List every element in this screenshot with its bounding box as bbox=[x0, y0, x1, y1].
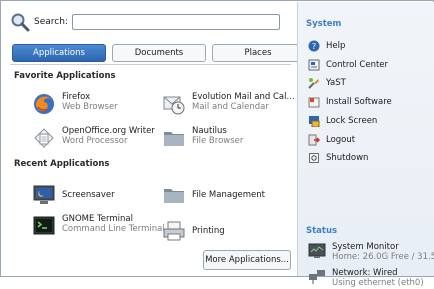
writer-icon bbox=[32, 126, 56, 150]
rp-label: Install Software bbox=[326, 97, 392, 107]
firefox-icon bbox=[32, 92, 56, 116]
app-firefox[interactable]: Firefox Web Browser bbox=[32, 92, 162, 122]
status-subtitle: Using ethernet (eth0) bbox=[332, 278, 424, 288]
rp-label: Help bbox=[326, 41, 346, 51]
install-software-icon bbox=[308, 96, 320, 108]
search-label: Search: bbox=[34, 17, 68, 27]
app-name: Firefox bbox=[62, 92, 91, 102]
status-item-system-monitor[interactable]: System Monitor Home: 26.0G Free / 31.5G bbox=[308, 242, 434, 262]
network-icon bbox=[308, 268, 326, 286]
search-input[interactable] bbox=[71, 14, 280, 30]
system-item-install-software[interactable]: Install Software bbox=[308, 95, 392, 109]
app-evolution[interactable]: Evolution Mail and Cal... Mail and Calen… bbox=[162, 92, 295, 122]
favorite-applications-title: Favorite Applications bbox=[14, 71, 116, 81]
app-name: Evolution Mail and Cal... bbox=[192, 92, 295, 102]
system-item-logout[interactable]: Logout bbox=[308, 133, 355, 147]
left-panel: Search: Applications Documents Places Fa… bbox=[2, 2, 304, 276]
status-item-network[interactable]: Network: Wired Using ethernet (eth0) bbox=[308, 268, 424, 288]
shutdown-icon bbox=[308, 152, 320, 164]
app-nautilus[interactable]: Nautilus File Browser bbox=[162, 126, 292, 156]
main-menu-window: Search: Applications Documents Places Fa… bbox=[0, 0, 434, 288]
system-item-shutdown[interactable]: Shutdown bbox=[308, 151, 368, 165]
right-panel: System ? Help Control Center YaST Instal… bbox=[297, 2, 434, 288]
evolution-icon bbox=[162, 92, 186, 116]
folder-icon bbox=[162, 183, 186, 207]
app-printing[interactable]: Printing bbox=[162, 216, 292, 246]
search-row: Search: bbox=[10, 10, 280, 34]
divider bbox=[10, 64, 291, 65]
app-name: Nautilus bbox=[192, 126, 227, 136]
system-item-help[interactable]: ? Help bbox=[308, 39, 345, 53]
system-item-yast[interactable]: YaST bbox=[308, 76, 346, 90]
app-name: Printing bbox=[192, 226, 225, 236]
more-applications-button[interactable]: More Applications... bbox=[203, 250, 291, 270]
tab-bar: Applications Documents Places bbox=[12, 44, 304, 62]
app-description: Word Processor bbox=[62, 136, 128, 146]
logout-icon bbox=[308, 134, 321, 146]
system-monitor-icon bbox=[308, 242, 326, 260]
yast-icon bbox=[308, 77, 320, 89]
app-description: File Browser bbox=[192, 136, 244, 146]
status-title: System Monitor bbox=[332, 242, 399, 252]
status-subtitle: Home: 26.0G Free / 31.5G bbox=[332, 252, 434, 262]
system-item-lock-screen[interactable]: Lock Screen bbox=[308, 114, 377, 128]
printer-icon bbox=[162, 219, 186, 243]
system-item-control-center[interactable]: Control Center bbox=[308, 58, 388, 72]
app-description: Command Line Terminal bbox=[62, 224, 165, 234]
app-gnome-terminal[interactable]: GNOME Terminal Command Line Terminal bbox=[32, 214, 165, 244]
app-name: OpenOffice.org Writer bbox=[62, 126, 155, 136]
screensaver-icon bbox=[32, 183, 56, 207]
app-description: Web Browser bbox=[62, 102, 118, 112]
recent-applications-title: Recent Applications bbox=[14, 159, 110, 169]
app-screensaver[interactable]: Screensaver bbox=[32, 180, 162, 210]
help-icon: ? bbox=[308, 40, 320, 52]
terminal-icon bbox=[32, 214, 56, 238]
app-description: Mail and Calendar bbox=[192, 102, 269, 112]
rp-label: YaST bbox=[326, 78, 346, 88]
rp-label: Control Center bbox=[326, 60, 389, 70]
control-center-icon bbox=[308, 59, 320, 71]
rp-label: Logout bbox=[326, 135, 356, 145]
rp-label: Lock Screen bbox=[326, 116, 378, 126]
tab-applications[interactable]: Applications bbox=[12, 44, 106, 62]
lock-screen-icon bbox=[308, 115, 320, 128]
status-section-title: Status bbox=[306, 226, 338, 236]
app-file-management[interactable]: File Management bbox=[162, 180, 292, 210]
folder-icon bbox=[162, 126, 186, 150]
app-name: GNOME Terminal bbox=[62, 214, 133, 224]
app-openoffice-writer[interactable]: OpenOffice.org Writer Word Processor bbox=[32, 126, 162, 156]
app-name: File Management bbox=[192, 190, 265, 200]
tab-documents[interactable]: Documents bbox=[112, 44, 206, 62]
tab-places[interactable]: Places bbox=[212, 44, 304, 62]
svg-text:?: ? bbox=[312, 42, 316, 51]
system-section-title: System bbox=[306, 19, 342, 29]
rp-label: Shutdown bbox=[326, 153, 369, 163]
search-icon bbox=[10, 12, 30, 32]
app-name: Screensaver bbox=[62, 190, 115, 200]
